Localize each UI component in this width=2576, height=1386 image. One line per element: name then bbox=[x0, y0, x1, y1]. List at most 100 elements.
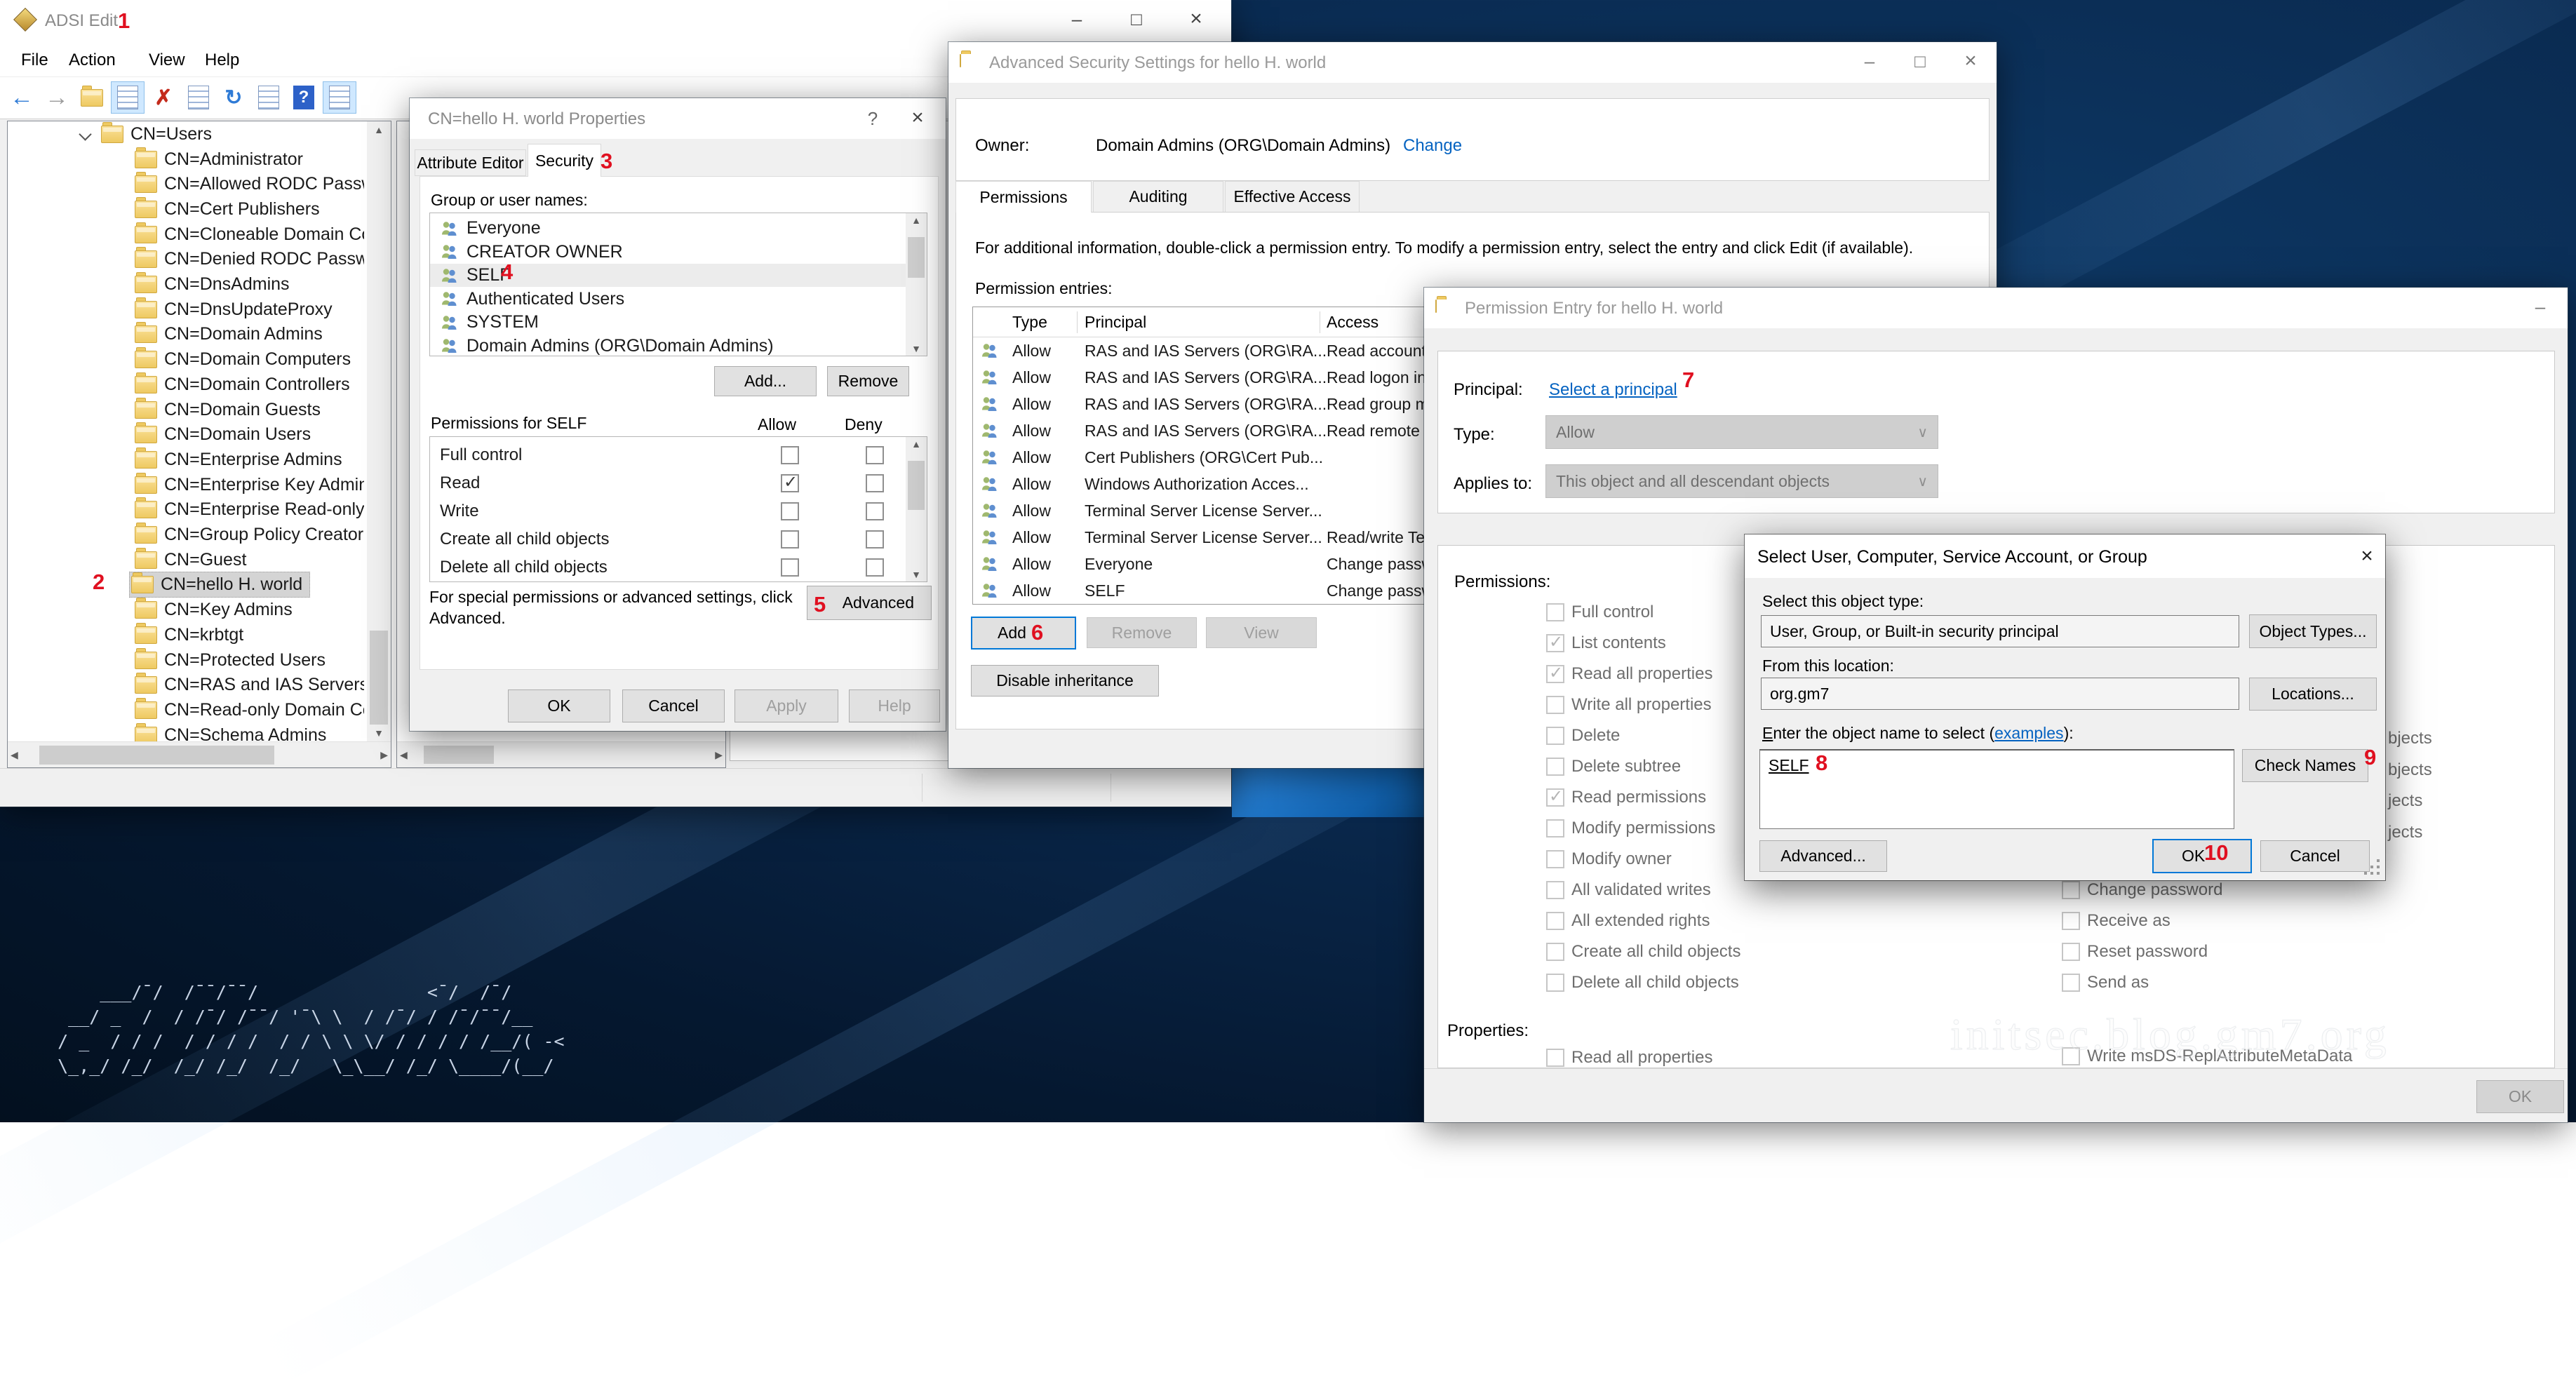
minimize-icon[interactable]: – bbox=[1845, 51, 1894, 72]
tree-item[interactable]: CN=Domain Users bbox=[135, 422, 311, 448]
deny-checkbox-icon[interactable] bbox=[866, 558, 884, 577]
tab-permissions[interactable]: Permissions bbox=[955, 181, 1092, 213]
show-action-pane-icon[interactable] bbox=[323, 81, 356, 114]
refresh-icon[interactable]: ↻ bbox=[217, 82, 250, 113]
tab-security[interactable]: Security bbox=[528, 144, 601, 177]
close-icon[interactable]: × bbox=[897, 106, 939, 130]
menu-action[interactable]: Action bbox=[69, 51, 116, 70]
allow-checkbox-icon[interactable] bbox=[781, 558, 799, 577]
locations-button[interactable]: Locations... bbox=[2249, 678, 2377, 711]
properties-sheet-icon[interactable] bbox=[182, 82, 215, 113]
tree-item[interactable]: CN=Read-only Domain Contr bbox=[135, 697, 364, 722]
object-types-button[interactable]: Object Types... bbox=[2249, 614, 2377, 648]
tree-item[interactable]: CN=Allowed RODC Password I bbox=[135, 172, 364, 197]
help-icon[interactable]: ? bbox=[852, 108, 894, 130]
tree-item[interactable]: CN=Cert Publishers bbox=[135, 196, 320, 222]
allow-checkbox-icon[interactable] bbox=[781, 446, 799, 464]
allow-checkbox-icon[interactable] bbox=[781, 502, 799, 520]
scroll-right-icon[interactable]: ▶ bbox=[715, 742, 723, 767]
ok-button[interactable]: OK bbox=[2152, 839, 2252, 873]
tree-item[interactable]: CN=Group Policy Creator Owr bbox=[135, 523, 364, 548]
cancel-button[interactable]: Cancel bbox=[622, 689, 725, 722]
close-icon[interactable]: × bbox=[2342, 544, 2391, 568]
tree-vertical-scrollbar[interactable]: ▲ ▼ bbox=[367, 121, 391, 741]
tree-item[interactable]: CN=Domain Computers bbox=[135, 347, 351, 372]
object-name-input[interactable]: SELF bbox=[1759, 749, 2234, 829]
group-list-item[interactable]: Domain Admins (ORG\Domain Admins) bbox=[430, 335, 927, 357]
tree-item[interactable]: CN=Administrator bbox=[135, 147, 303, 172]
permissions-scrollbar[interactable]: ▲ ▼ bbox=[906, 437, 927, 581]
group-list-item[interactable]: Everyone bbox=[430, 217, 927, 240]
group-list-scrollbar[interactable]: ▲ ▼ bbox=[906, 213, 927, 356]
back-arrow-icon[interactable]: ← bbox=[6, 82, 38, 113]
scroll-right-icon[interactable]: ▶ bbox=[380, 742, 388, 768]
minimize-icon[interactable]: – bbox=[1052, 8, 1101, 30]
advanced-search-button[interactable]: Advanced... bbox=[1759, 840, 1887, 872]
help-icon[interactable]: ? bbox=[288, 82, 320, 113]
list-horizontal-scrollbar[interactable]: ◀ ▶ bbox=[397, 741, 725, 767]
cancel-button[interactable]: Cancel bbox=[2260, 840, 2370, 872]
menu-file[interactable]: File bbox=[21, 51, 48, 70]
tree-item[interactable]: CN=Cloneable Domain Contro bbox=[135, 222, 364, 247]
resize-grip[interactable] bbox=[2377, 872, 2380, 875]
column-access[interactable]: Access bbox=[1327, 313, 1378, 332]
tree-item[interactable]: CN=Enterprise Read-only Dor bbox=[135, 497, 364, 523]
add-button[interactable]: Add... bbox=[714, 366, 817, 396]
tree-item[interactable]: CN=Guest bbox=[135, 547, 246, 572]
close-icon[interactable]: × bbox=[1946, 49, 1995, 73]
deny-checkbox-icon[interactable] bbox=[866, 446, 884, 464]
tab-attribute-editor[interactable]: Attribute Editor bbox=[415, 149, 526, 176]
check-names-button[interactable]: Check Names bbox=[2242, 749, 2368, 782]
scroll-up-icon[interactable]: ▲ bbox=[367, 124, 391, 135]
deny-checkbox-icon[interactable] bbox=[866, 502, 884, 520]
tree-horizontal-scrollbar[interactable]: ◀ ▶ bbox=[8, 741, 391, 768]
menu-help[interactable]: Help bbox=[205, 51, 239, 70]
export-list-icon[interactable] bbox=[253, 82, 285, 113]
tree-item[interactable]: CN=hello H. world bbox=[129, 572, 310, 598]
tree-item[interactable]: CN=Enterprise Admins bbox=[135, 447, 342, 472]
tree-item[interactable]: CN=Enterprise Key Admins bbox=[135, 472, 364, 497]
disable-inheritance-button[interactable]: Disable inheritance bbox=[971, 665, 1159, 697]
deny-checkbox-icon[interactable] bbox=[866, 530, 884, 549]
add-permission-button[interactable]: Add bbox=[971, 617, 1076, 650]
allow-checkbox-icon[interactable] bbox=[781, 530, 799, 549]
delete-icon[interactable]: ✗ bbox=[147, 82, 180, 113]
scroll-up-icon[interactable]: ▲ bbox=[906, 438, 927, 450]
tree-item[interactable]: CN=RAS and IAS Servers bbox=[135, 673, 364, 698]
tree-item[interactable]: CN=Domain Admins bbox=[135, 322, 323, 347]
scroll-down-icon[interactable]: ▼ bbox=[906, 569, 927, 580]
tree-item[interactable]: CN=Domain Controllers bbox=[135, 372, 350, 397]
tree-item[interactable]: CN=krbtgt bbox=[135, 622, 243, 647]
tree-item-root[interactable]: CN=Users bbox=[81, 121, 212, 147]
tree-item[interactable]: CN=DnsAdmins bbox=[135, 272, 290, 297]
scroll-up-icon[interactable]: ▲ bbox=[906, 215, 927, 226]
select-principal-link[interactable]: Select a principal bbox=[1549, 380, 1677, 400]
scroll-down-icon[interactable]: ▼ bbox=[367, 727, 391, 739]
allow-checkbox-icon[interactable] bbox=[781, 474, 799, 492]
tree-item[interactable]: CN=Protected Users bbox=[135, 647, 326, 673]
forward-arrow-icon[interactable]: → bbox=[41, 82, 73, 113]
deny-checkbox-icon[interactable] bbox=[866, 474, 884, 492]
show-console-tree-icon[interactable] bbox=[111, 81, 145, 114]
tree-item[interactable]: CN=Schema Admins bbox=[135, 722, 326, 741]
column-type[interactable]: Type bbox=[1012, 313, 1047, 332]
tree-item[interactable]: CN=Key Admins bbox=[135, 598, 293, 623]
menu-view[interactable]: View bbox=[149, 51, 185, 70]
column-principal[interactable]: Principal bbox=[1085, 313, 1146, 332]
ok-button[interactable]: OK bbox=[508, 689, 610, 722]
group-list-item[interactable]: Authenticated Users bbox=[430, 288, 927, 311]
change-owner-link[interactable]: Change bbox=[1403, 136, 1462, 156]
maximize-icon[interactable]: □ bbox=[1896, 51, 1945, 72]
scroll-down-icon[interactable]: ▼ bbox=[906, 343, 927, 354]
tab-auditing[interactable]: Auditing bbox=[1093, 181, 1223, 213]
scroll-left-icon[interactable]: ◀ bbox=[11, 742, 18, 768]
group-list-item[interactable]: SYSTEM bbox=[430, 311, 927, 334]
maximize-icon[interactable]: □ bbox=[1112, 8, 1161, 30]
tab-effective-access[interactable]: Effective Access bbox=[1225, 181, 1360, 213]
close-icon[interactable]: × bbox=[1172, 7, 1221, 31]
tree-item[interactable]: CN=DnsUpdateProxy bbox=[135, 297, 333, 322]
up-folder-icon[interactable] bbox=[76, 82, 108, 113]
ok-button[interactable]: OK bbox=[2476, 1080, 2564, 1113]
tree-item[interactable]: CN=Domain Guests bbox=[135, 397, 321, 422]
tree-item[interactable]: CN=Denied RODC Password R bbox=[135, 247, 364, 272]
